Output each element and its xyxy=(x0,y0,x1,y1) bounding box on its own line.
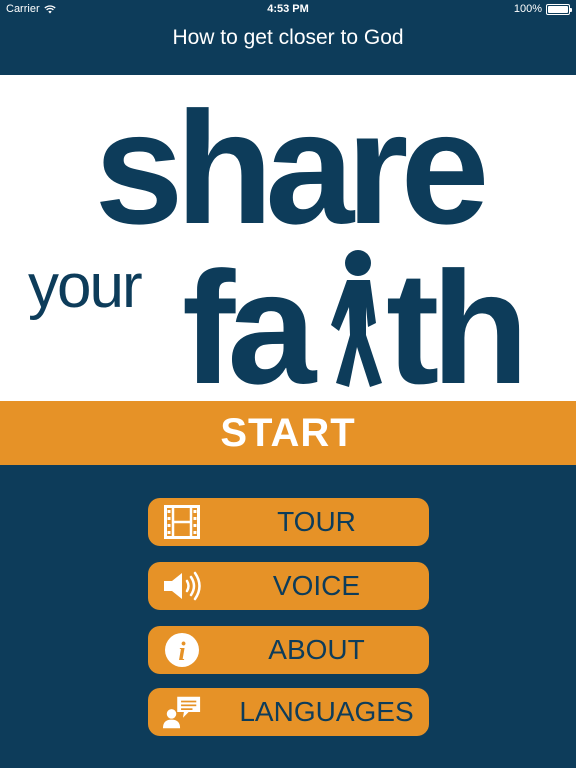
battery-fill xyxy=(548,5,568,13)
start-button[interactable]: START xyxy=(0,401,576,465)
battery-icon xyxy=(546,3,572,15)
logo-word-share: share xyxy=(95,78,485,257)
battery-info: 100% xyxy=(513,3,572,15)
logo-word-th: th xyxy=(386,238,521,401)
voice-button[interactable]: VOICE xyxy=(148,562,429,610)
about-button[interactable]: i ABOUT xyxy=(148,626,429,674)
logo-word-your: your xyxy=(28,252,142,321)
walking-person-icon xyxy=(331,250,382,387)
languages-button-label: LANGUAGES xyxy=(239,696,414,727)
status-time: 4:53 PM xyxy=(267,3,309,15)
share-your-faith-logo: share your fa th xyxy=(28,78,529,401)
tour-button-label: TOUR xyxy=(277,506,356,537)
about-button-label: ABOUT xyxy=(268,634,365,665)
languages-button[interactable]: LANGUAGES xyxy=(148,688,429,736)
logo-panel: share your fa th xyxy=(0,75,576,401)
logo-word-fa: fa xyxy=(182,238,317,401)
status-bar: Carrier 4:53 PM 100% xyxy=(0,0,576,18)
page-title: How to get closer to God xyxy=(172,26,404,49)
battery-percent: 100% xyxy=(513,3,542,15)
tour-button[interactable]: TOUR xyxy=(148,498,429,546)
voice-button-label: VOICE xyxy=(272,570,361,601)
